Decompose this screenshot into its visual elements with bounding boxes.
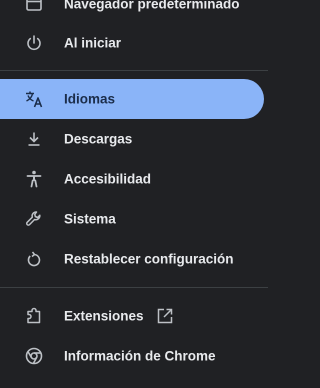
menu-item-label: Navegador predeterminado <box>64 0 240 12</box>
menu-item-reset-settings[interactable]: Restablecer configuración <box>0 239 264 279</box>
menu-item-label: Información de Chrome <box>64 348 216 364</box>
divider <box>0 70 268 71</box>
menu-item-on-startup[interactable]: Al iniciar <box>0 23 264 63</box>
menu-item-label: Extensiones <box>64 308 144 324</box>
restore-icon <box>24 249 44 269</box>
power-icon <box>24 33 44 53</box>
menu-item-label: Idiomas <box>64 91 116 107</box>
menu-item-languages[interactable]: Idiomas <box>0 79 264 119</box>
menu-item-label: Sistema <box>64 211 116 227</box>
translate-icon <box>24 89 44 109</box>
menu-item-extensions[interactable]: Extensiones <box>0 296 264 336</box>
menu-item-system[interactable]: Sistema <box>0 199 264 239</box>
chrome-icon <box>24 346 44 366</box>
wrench-icon <box>24 209 44 229</box>
menu-item-label: Restablecer configuración <box>64 251 234 267</box>
accessibility-icon <box>24 169 44 189</box>
menu-item-default-browser[interactable]: Navegador predeterminado <box>0 0 264 24</box>
menu-item-downloads[interactable]: Descargas <box>0 119 264 159</box>
menu-item-accessibility[interactable]: Accesibilidad <box>0 159 264 199</box>
divider <box>0 287 268 288</box>
menu-item-label: Descargas <box>64 131 133 147</box>
open-in-new-icon[interactable] <box>156 307 174 325</box>
puzzle-icon <box>24 306 44 326</box>
menu-item-label: Al iniciar <box>64 35 122 51</box>
browser-icon <box>24 0 44 14</box>
menu-item-about-chrome[interactable]: Información de Chrome <box>0 336 264 376</box>
menu-item-label: Accesibilidad <box>64 171 152 187</box>
download-icon <box>24 129 44 149</box>
